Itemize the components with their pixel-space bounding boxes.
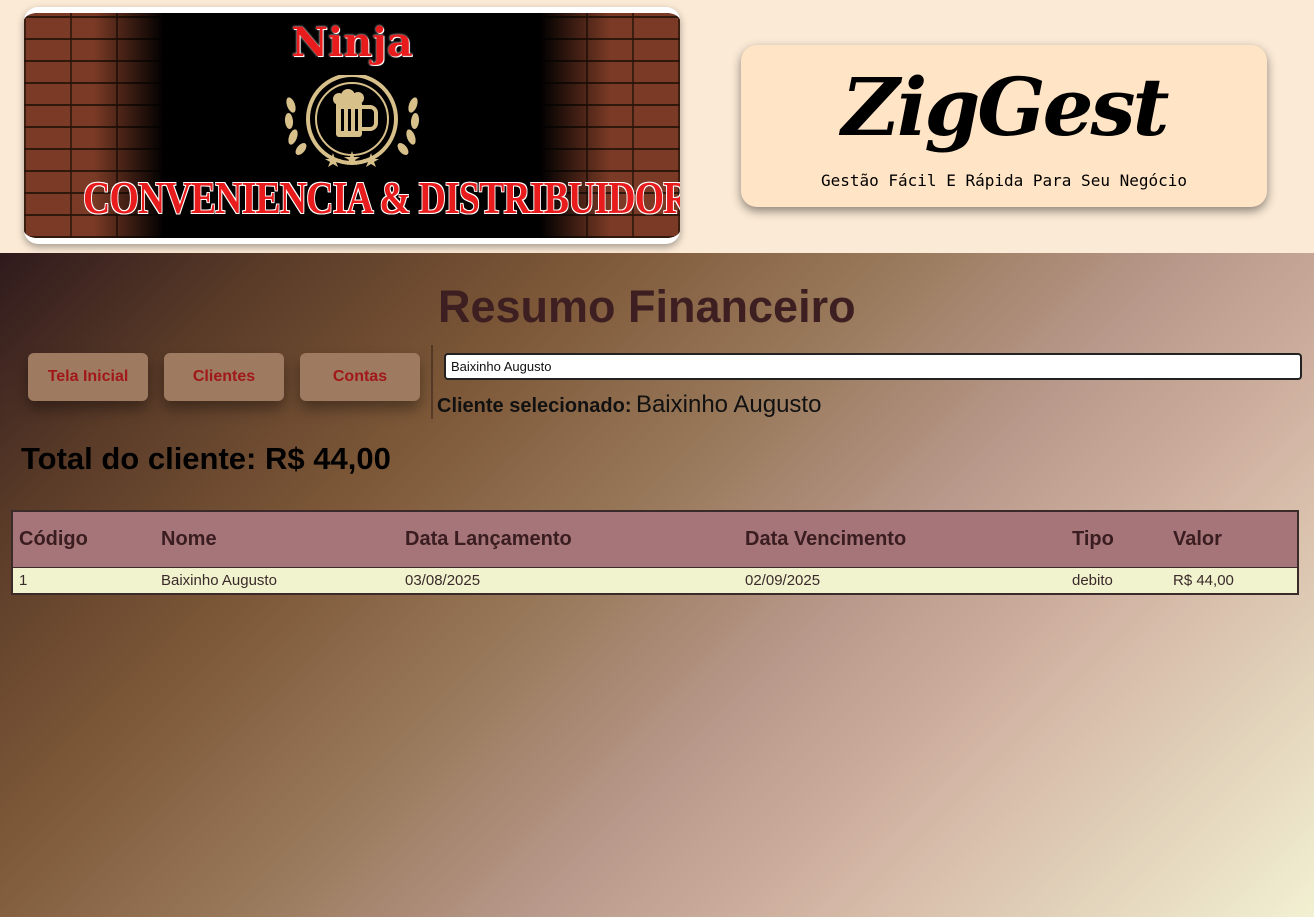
col-header-name: Nome: [155, 511, 399, 568]
col-header-code: Código: [12, 511, 155, 568]
cell-type: debito: [1066, 567, 1167, 594]
cell-code: 1: [12, 567, 155, 594]
store-logo-banner: Ninja CONVENIENCIA & DISTRIBUIDORA: [24, 7, 680, 244]
brand-name: ZigGest: [841, 60, 1170, 154]
logo-title: Ninja: [291, 19, 413, 66]
col-header-value: Valor: [1167, 511, 1298, 568]
cell-value: R$ 44,00: [1167, 567, 1298, 594]
laurel-left-icon: [284, 97, 307, 155]
selected-client: Cliente selecionado: Baixinho Augusto: [437, 391, 821, 419]
client-search-input[interactable]: [444, 353, 1302, 380]
table-header-row: Código Nome Data Lançamento Data Vencime…: [12, 511, 1298, 568]
brand-tagline: Gestão Fácil E Rápida Para Seu Negócio: [820, 171, 1188, 190]
accounts-button[interactable]: Contas: [300, 353, 420, 401]
logo-subtitle: CONVENIENCIA & DISTRIBUIDORA: [83, 172, 680, 223]
page-title: Resumo Financeiro: [438, 281, 856, 332]
client-total: Total do cliente: R$ 44,00: [21, 441, 391, 476]
laurel-right-icon: [397, 97, 420, 155]
cell-name: Baixinho Augusto: [155, 567, 399, 594]
financial-table: Código Nome Data Lançamento Data Vencime…: [11, 510, 1299, 595]
col-header-type: Tipo: [1066, 511, 1167, 568]
home-button[interactable]: Tela Inicial: [28, 353, 148, 401]
beer-mug-icon: [333, 89, 378, 137]
cell-launch-date: 03/08/2025: [399, 567, 739, 594]
header: Ninja CONVENIENCIA & DISTRIBUIDORA ZigGe…: [0, 0, 1314, 253]
brand-card: ZigGest Gestão Fácil E Rápida Para Seu N…: [741, 45, 1267, 207]
clients-button[interactable]: Clientes: [164, 353, 284, 401]
beer-mug-emblem: [281, 73, 423, 167]
cell-due-date: 02/09/2025: [739, 567, 1066, 594]
col-header-due-date: Data Vencimento: [739, 511, 1066, 568]
main-content: Resumo Financeiro Tela Inicial Clientes …: [0, 253, 1314, 917]
selected-client-value: Baixinho Augusto: [635, 391, 822, 418]
col-header-launch-date: Data Lançamento: [399, 511, 739, 568]
vertical-divider: [431, 345, 433, 419]
selected-client-label: Cliente selecionado:: [437, 395, 632, 417]
table-row: 1 Baixinho Augusto 03/08/2025 02/09/2025…: [12, 567, 1298, 594]
